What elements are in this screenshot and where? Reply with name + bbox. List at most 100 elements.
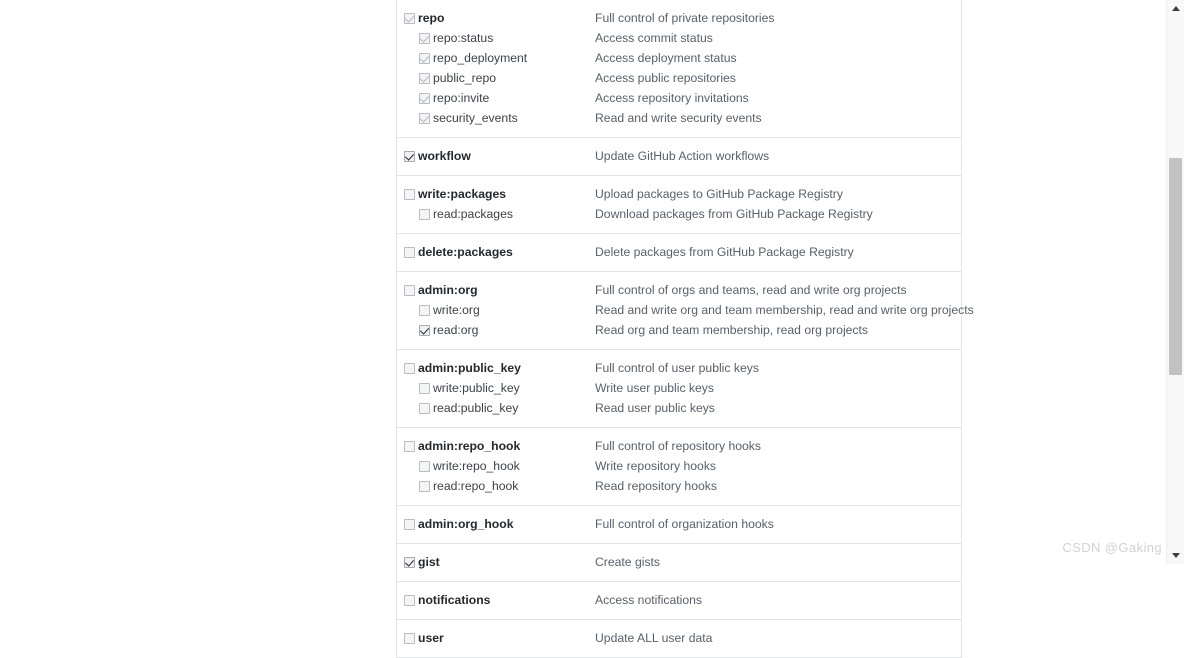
checkbox-repo[interactable]	[404, 12, 415, 24]
checkbox-public-repo[interactable]	[419, 72, 430, 84]
checkbox-admin-repo-hook[interactable]	[404, 440, 415, 452]
scope-checkbox-cell[interactable]	[397, 184, 417, 204]
scope-description: Read and write security events	[595, 111, 762, 125]
scope-row[interactable]: user Update ALL user data	[397, 628, 961, 648]
scope-checkbox-cell[interactable]	[397, 242, 417, 262]
scope-checkbox-cell[interactable]	[397, 108, 432, 128]
scope-group: admin:org Full control of orgs and teams,…	[397, 280, 974, 350]
scope-sub-row[interactable]: public_repo Access public repositories	[397, 68, 961, 88]
scope-name-label: repo:invite	[433, 91, 490, 105]
checkbox-read-public-key[interactable]	[419, 402, 430, 414]
scrollbar-thumb[interactable]	[1169, 158, 1182, 375]
checkbox-read-org[interactable]	[419, 324, 430, 336]
scope-row[interactable]: admin:public_key Full control of user pub…	[397, 358, 961, 378]
scope-checkbox-cell[interactable]	[397, 300, 432, 320]
checkbox-write-packages[interactable]	[404, 188, 415, 200]
scope-description: Access public repositories	[595, 71, 736, 85]
scope-name-label: write:org	[433, 303, 480, 317]
scroll-down-arrow-icon[interactable]	[1167, 547, 1184, 564]
scope-group: admin:public_key Full control of user pub…	[397, 358, 961, 428]
scope-description: Full control of user public keys	[595, 361, 759, 375]
scope-name-label: notifications	[418, 593, 491, 607]
scope-name-label: read:public_key	[433, 401, 519, 415]
scope-row[interactable]: workflow Update GitHub Action workflows	[397, 146, 961, 166]
scope-group: workflow Update GitHub Action workflows	[397, 146, 961, 176]
scope-checkbox-cell[interactable]	[397, 628, 417, 648]
checkbox-admin-org[interactable]	[404, 284, 415, 296]
scroll-up-arrow-icon[interactable]	[1167, 0, 1184, 17]
checkbox-write-public-key[interactable]	[419, 382, 430, 394]
page-scrollbar[interactable]	[1166, 0, 1184, 564]
checkbox-repo-invite[interactable]	[419, 92, 430, 104]
scope-description: Create gists	[595, 555, 661, 569]
scope-sub-row[interactable]: security_events Read and write security e…	[397, 108, 961, 128]
scope-sub-row[interactable]: read:public_key Read user public keys	[397, 398, 961, 418]
scope-description: Full control of orgs and teams, read and…	[595, 283, 907, 297]
checkbox-repo-deployment[interactable]	[419, 52, 430, 64]
scope-checkbox-cell[interactable]	[397, 398, 432, 418]
scope-row[interactable]: admin:org_hook Full control of organizati…	[397, 514, 961, 534]
scope-checkbox-cell[interactable]	[397, 358, 417, 378]
scope-checkbox-cell[interactable]	[397, 590, 417, 610]
scope-description: Delete packages from GitHub Package Regi…	[595, 245, 854, 259]
scope-name-label: read:packages	[433, 207, 513, 221]
scope-checkbox-cell[interactable]	[397, 552, 417, 572]
scope-sub-row[interactable]: read:repo_hook Read repository hooks	[397, 476, 961, 496]
scope-checkbox-cell[interactable]	[397, 48, 432, 68]
scope-sub-row[interactable]: repo_deployment Access deployment status	[397, 48, 961, 68]
scope-checkbox-cell[interactable]	[397, 88, 432, 108]
checkbox-user[interactable]	[404, 632, 415, 644]
scope-row[interactable]: delete:packages Delete packages from GitH…	[397, 242, 961, 262]
scope-description: Download packages from GitHub Package Re…	[595, 207, 873, 221]
checkbox-repo-status[interactable]	[419, 32, 430, 44]
scope-checkbox-cell[interactable]	[397, 320, 432, 340]
scope-checkbox-cell[interactable]	[397, 456, 432, 476]
checkbox-read-repo-hook[interactable]	[419, 480, 430, 492]
scope-sub-row[interactable]: repo:invite Access repository invitations	[397, 88, 961, 108]
watermark-text: CSDN @Gaking	[1062, 540, 1162, 555]
scope-sub-row[interactable]: read:org Read org and team membership, re…	[397, 320, 961, 340]
scope-sub-row[interactable]: write:public_key Write user public keys	[397, 378, 961, 398]
scope-group: gist Create gists	[397, 552, 961, 582]
scope-row[interactable]: notifications Access notifications	[397, 590, 961, 610]
scope-row[interactable]: gist Create gists	[397, 552, 961, 572]
scope-name-label: write:public_key	[433, 381, 520, 395]
scope-checkbox-cell[interactable]	[397, 146, 417, 166]
scope-row[interactable]: repo Full control of private repositories	[397, 8, 961, 28]
scope-group: notifications Access notifications	[397, 590, 961, 620]
checkbox-read-packages[interactable]	[419, 208, 430, 220]
checkbox-admin-public-key[interactable]	[404, 362, 415, 374]
checkbox-security-events[interactable]	[419, 112, 430, 124]
scope-sub-row[interactable]: write:org Read and write org and team mem…	[397, 300, 974, 320]
scope-name-label: write:repo_hook	[433, 459, 520, 473]
scope-checkbox-cell[interactable]	[397, 68, 432, 88]
scope-description: Update GitHub Action workflows	[595, 149, 770, 163]
scope-row[interactable]: admin:org Full control of orgs and teams,…	[397, 280, 961, 300]
scope-description: Access repository invitations	[595, 91, 749, 105]
scope-sub-row[interactable]: write:repo_hook Write repository hooks	[397, 456, 961, 476]
scope-row[interactable]: admin:repo_hook Full control of repositor…	[397, 436, 961, 456]
checkbox-notifications[interactable]	[404, 594, 415, 606]
scope-checkbox-cell[interactable]	[397, 514, 417, 534]
scope-checkbox-cell[interactable]	[397, 378, 432, 398]
scope-row[interactable]: write:packages Upload packages to GitHub …	[397, 184, 961, 204]
checkbox-admin-org-hook[interactable]	[404, 518, 415, 530]
checkbox-delete-packages[interactable]	[404, 246, 415, 258]
scope-checkbox-cell[interactable]	[397, 28, 432, 48]
checkbox-workflow[interactable]	[404, 150, 415, 162]
scope-checkbox-cell[interactable]	[397, 280, 417, 300]
scope-description: Full control of repository hooks	[595, 439, 761, 453]
scope-description: Read and write org and team membership, …	[595, 303, 974, 317]
scope-checkbox-cell[interactable]	[397, 476, 432, 496]
scope-checkbox-cell[interactable]	[397, 204, 432, 224]
scope-name-label: repo:status	[433, 31, 494, 45]
checkbox-write-repo-hook[interactable]	[419, 460, 430, 472]
scope-sub-row[interactable]: repo:status Access commit status	[397, 28, 961, 48]
scope-checkbox-cell[interactable]	[397, 8, 417, 28]
scope-checkbox-cell[interactable]	[397, 436, 417, 456]
scope-name-label: user	[418, 631, 444, 645]
checkbox-write-org[interactable]	[419, 304, 430, 316]
scope-description: Write user public keys	[595, 381, 714, 395]
checkbox-gist[interactable]	[404, 556, 415, 568]
scope-sub-row[interactable]: read:packages Download packages from GitH…	[397, 204, 961, 224]
